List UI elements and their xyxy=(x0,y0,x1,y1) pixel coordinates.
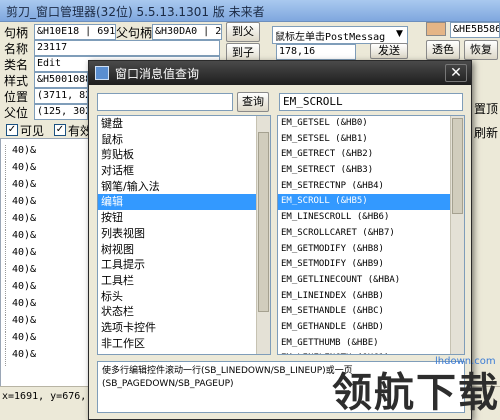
category-item[interactable]: 鼠标 xyxy=(98,132,257,148)
message-list[interactable]: EM_GETSEL (&HB0) EM_SETSEL (&HB1) EM_GETRE… xyxy=(277,115,465,355)
message-scrollbar[interactable] xyxy=(450,116,464,354)
parent-position-field[interactable]: (125, 302 xyxy=(34,104,88,120)
tree-row[interactable]: 40)& xyxy=(5,315,91,332)
message-item[interactable]: EM_SCROLLCARET (&HB7) xyxy=(278,226,450,242)
category-item[interactable]: 钢笔/输入法 xyxy=(98,179,257,195)
tree-row[interactable]: 40)& xyxy=(5,349,91,366)
tree-row[interactable]: 40)& xyxy=(5,281,91,298)
tree-row[interactable]: 40)& xyxy=(5,230,91,247)
tree-row[interactable]: 40)& xyxy=(5,162,91,179)
category-list[interactable]: 键盘 鼠标 剪贴板 对话框 钢笔/输入法 编辑 按钮 列表视图 树视图 工具提示 工具栏 标头 状态栏选… xyxy=(97,115,271,355)
tree-row[interactable]: 40)& xyxy=(5,196,91,213)
message-item[interactable]: EM_GETTHUMB (&HBE) xyxy=(278,336,450,352)
style-field[interactable]: &H5001088 xyxy=(34,72,88,88)
message-item[interactable]: EM_SETSEL (&HB1) xyxy=(278,132,450,148)
name-label: 名称 xyxy=(4,42,29,56)
category-item[interactable]: 标头 xyxy=(98,289,257,305)
watermark-url: lhdown.com xyxy=(435,356,496,367)
tree-row[interactable]: 40)& xyxy=(5,264,91,281)
class-label: 类名 xyxy=(4,58,29,72)
parent-label: 父句柄 xyxy=(116,26,153,40)
topmost-label[interactable]: 置顶 xyxy=(474,100,498,117)
message-item[interactable]: EM_GETLINECOUNT (&HBA) xyxy=(278,273,450,289)
name-field[interactable]: 23117 xyxy=(34,40,220,56)
dialog-title: 窗口消息值查询 xyxy=(115,67,200,81)
back-window-title: 剪刀_窗口管理器(32位) 5.5.13.1301 版 未来者 xyxy=(6,5,265,19)
query-button[interactable]: 查询 xyxy=(237,92,269,112)
app-icon xyxy=(95,66,109,80)
visible-checkbox[interactable]: ✓ xyxy=(6,124,18,136)
valid-checkbox[interactable]: ✓ xyxy=(54,124,66,136)
category-item[interactable]: 选项卡控件 xyxy=(98,320,257,336)
back-window-titlebar: 剪刀_窗口管理器(32位) 5.5.13.1301 版 未来者 xyxy=(0,0,500,22)
category-item[interactable]: 按钮 xyxy=(98,210,257,226)
message-item[interactable]: EM_LINELENGTH (&HC1) xyxy=(278,351,450,354)
category-item[interactable]: 对话框 xyxy=(98,163,257,179)
category-item[interactable]: 工具栏 xyxy=(98,273,257,289)
message-item[interactable]: EM_SETRECTNP (&HB4) xyxy=(278,179,450,195)
category-scroll-thumb[interactable] xyxy=(258,132,269,312)
tree-row[interactable]: 40)& xyxy=(5,145,91,162)
message-item[interactable]: EM_SETMODIFY (&HB9) xyxy=(278,257,450,273)
position-label: 位置 xyxy=(4,90,29,104)
message-item[interactable]: EM_GETHANDLE (&HBD) xyxy=(278,320,450,336)
message-select-value: 鼠标左单击PostMessag xyxy=(275,32,386,43)
handle-label: 句柄 xyxy=(4,26,29,40)
chevron-down-icon[interactable]: ▼ xyxy=(396,29,403,39)
category-scrollbar[interactable] xyxy=(256,116,270,354)
category-item[interactable]: 编辑 xyxy=(98,194,257,211)
close-icon[interactable]: ✕ xyxy=(445,64,467,82)
tree-row[interactable]: 40)& xyxy=(5,298,91,315)
message-item[interactable]: EM_SETHANDLE (&HBC) xyxy=(278,304,450,320)
handle-field[interactable]: &H10E18 | 691 xyxy=(34,24,116,40)
style-label: 样式 xyxy=(4,74,29,88)
category-item[interactable]: MDI xyxy=(98,351,257,354)
transparent-button[interactable]: 透色 xyxy=(426,40,460,60)
to-parent-button[interactable]: 到父 xyxy=(226,22,260,42)
message-scroll-thumb[interactable] xyxy=(452,118,463,214)
dialog-titlebar: 窗口消息值查询 ✕ xyxy=(89,61,471,85)
tree-row[interactable]: 40)& xyxy=(5,332,91,349)
category-item[interactable]: 键盘 xyxy=(98,116,257,132)
message-item[interactable]: EM_SETRECT (&HB3) xyxy=(278,163,450,179)
message-select[interactable]: 鼠标左单击PostMessag xyxy=(272,26,408,44)
window-tree[interactable]: 40)& 40)& 40)& 40)& 40)& 40)& 40)& 40)& … xyxy=(0,138,92,390)
tree-row[interactable]: 40)& xyxy=(5,247,91,264)
category-item[interactable]: 树视图 xyxy=(98,242,257,258)
position-field[interactable]: (3711, 82 xyxy=(34,88,88,104)
category-item[interactable]: 剪贴板 xyxy=(98,147,257,163)
parent-field[interactable]: &H30DA0 | 20 xyxy=(152,24,222,40)
color-value-field[interactable]: &HE5B586 xyxy=(450,22,500,38)
message-item[interactable]: EM_LINESCROLL (&HB6) xyxy=(278,210,450,226)
message-item[interactable]: EM_GETSEL (&HB0) xyxy=(278,116,450,132)
message-item[interactable]: EM_GETMODIFY (&HB8) xyxy=(278,242,450,258)
watermark-text: 领航下载 xyxy=(332,369,500,416)
message-item[interactable]: EM_GETRECT (&HB2) xyxy=(278,147,450,163)
message-item[interactable]: EM_SCROLL (&HB5) xyxy=(278,194,450,211)
result-field[interactable]: EM_SCROLL xyxy=(279,93,463,111)
visible-checkbox-label: 可见 xyxy=(20,124,45,138)
tree-row[interactable]: 40)& xyxy=(5,179,91,196)
category-item[interactable]: 状态栏 xyxy=(98,304,257,320)
tree-row[interactable]: 40)& xyxy=(5,213,91,230)
restore-button[interactable]: 恢复 xyxy=(464,40,498,60)
refresh-label[interactable]: 刷新 xyxy=(474,124,498,141)
parent-position-label: 父位 xyxy=(4,106,29,120)
category-item[interactable]: 工具提示 xyxy=(98,257,257,273)
message-item[interactable]: EM_LINEINDEX (&HBB) xyxy=(278,289,450,305)
color-swatch[interactable] xyxy=(426,22,446,36)
search-input[interactable] xyxy=(97,93,233,111)
coordinate-input[interactable]: 178,16 xyxy=(276,44,356,60)
category-item[interactable]: 列表视图 xyxy=(98,226,257,242)
send-button[interactable]: 发送 xyxy=(370,43,408,59)
category-item[interactable]: 非工作区 xyxy=(98,336,257,352)
